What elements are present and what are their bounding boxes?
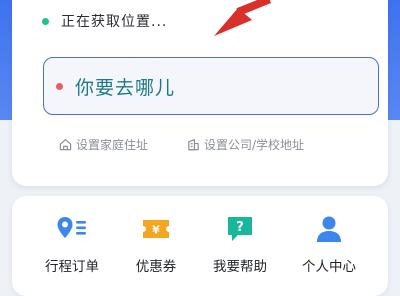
svg-text:?: ? [236,220,244,235]
status-dot [42,17,49,25]
set-work-address-button[interactable]: 设置公司/学校地址 [187,134,304,154]
help-icon: ? [228,217,252,241]
menu-item-coupons[interactable]: ¥ 优惠券 [111,214,201,275]
svg-text:¥: ¥ [152,224,160,237]
location-card: 正在获取位置... 你要去哪儿 设置家庭住址 设置公司/学校地址 [12,0,388,186]
user-icon [317,216,341,242]
menu-item-profile[interactable]: 个人中心 [284,214,374,275]
destination-dot [56,82,63,90]
set-home-address-button[interactable]: 设置家庭住址 [59,134,148,154]
home-address-label: 设置家庭住址 [76,137,149,152]
menu-item-help[interactable]: ? 我要帮助 [195,214,285,275]
menu-item-trip-orders[interactable]: 行程订单 [27,214,117,275]
destination-placeholder: 你要去哪儿 [75,76,176,99]
service-menu: 行程订单 ¥ 优惠券 ? 我要帮助 个人中心 [12,196,388,296]
destination-input[interactable]: 你要去哪儿 [43,57,379,115]
order-location-icon [57,217,86,238]
location-status-text: 正在获取位置... [61,14,168,30]
menu-label-coupons: 优惠券 [135,259,177,275]
location-status: 正在获取位置... [42,10,167,32]
coupon-icon: ¥ [143,220,169,238]
menu-label-trip-orders: 行程订单 [45,259,99,275]
home-icon [59,138,72,150]
building-icon [188,138,199,150]
arrow-annotation-icon [214,0,272,36]
work-address-label: 设置公司/学校地址 [204,137,305,152]
menu-label-profile: 个人中心 [302,259,356,275]
menu-label-help: 我要帮助 [213,259,267,275]
